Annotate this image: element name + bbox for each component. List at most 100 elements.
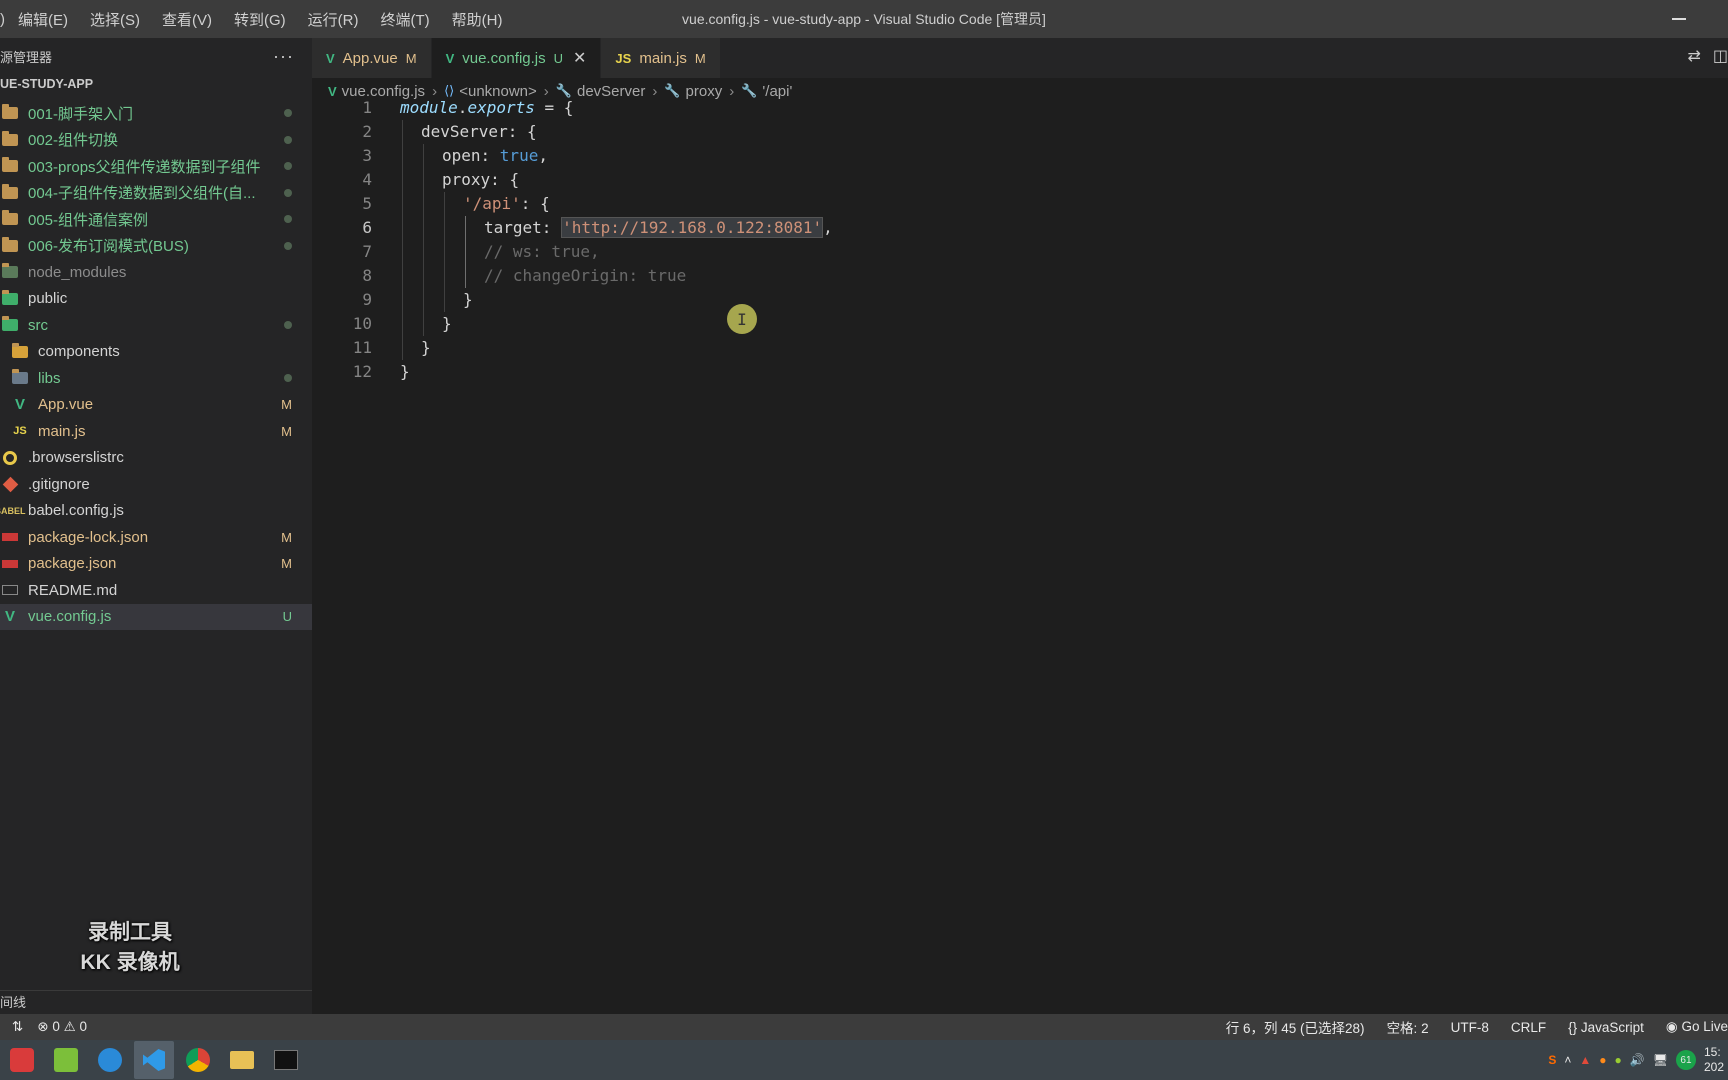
folder-icon <box>0 210 20 227</box>
end-of-line[interactable]: CRLF <box>1511 1020 1546 1035</box>
clock[interactable]: 15: 202 <box>1704 1045 1724 1075</box>
js-file-icon: JS <box>13 425 27 438</box>
code-line-4: proxy: { <box>442 170 520 189</box>
tree-item-public[interactable]: public <box>0 286 312 313</box>
git-dot <box>284 188 292 197</box>
recorder-watermark: 录制工具 KK 录像机 <box>60 918 200 978</box>
error-icon: ⊗ <box>37 1019 49 1034</box>
tree-item-vue-config[interactable]: V vue.config.js U <box>0 603 312 630</box>
tree-item-babel-config[interactable]: BABEL babel.config.js <box>0 498 312 525</box>
minimize-button[interactable] <box>1670 10 1688 28</box>
project-root[interactable]: UE-STUDY-APP <box>0 75 312 93</box>
line-number: 5 <box>362 194 372 213</box>
explorer-title: 源管理器 <box>0 49 53 65</box>
volume-icon[interactable]: 🔊 <box>1630 1053 1645 1067</box>
markdown-icon <box>0 582 20 598</box>
tree-item-package-lock[interactable]: package-lock.json M <box>0 524 312 551</box>
problems-indicator[interactable]: ⊗ 0 ⚠ 0 <box>37 1019 87 1035</box>
tray-green-icon[interactable]: ● <box>1615 1053 1622 1067</box>
open-changes-icon[interactable]: ⇄ <box>1687 46 1700 66</box>
tree-item-node-modules[interactable]: node_modules <box>0 259 312 286</box>
components-folder-icon <box>10 342 30 360</box>
tree-item-gitignore[interactable]: .gitignore <box>0 471 312 498</box>
menu-edit[interactable]: 编辑(E) <box>7 9 79 30</box>
tree-item-src[interactable]: src <box>0 312 312 339</box>
timeline-panel-header[interactable]: 间线 <box>0 990 312 1014</box>
notification-badge[interactable]: 61 <box>1675 1050 1696 1070</box>
vue-file-icon: V <box>326 50 335 66</box>
remote-icon[interactable]: ⇅ <box>12 1019 23 1035</box>
file-explorer-icon[interactable] <box>222 1041 262 1079</box>
chevron-right-icon: › <box>543 82 549 100</box>
tab-vue-config[interactable]: V vue.config.js U ✕ <box>431 38 602 78</box>
menu-select[interactable]: 选择(S) <box>79 9 151 30</box>
tree-item-main-js[interactable]: JS main.js M <box>0 418 312 445</box>
explorer-sidebar: 源管理器 ··· UE-STUDY-APP 001-脚手架入门 002-组件切换… <box>0 38 312 1014</box>
indentation[interactable]: 空格: 2 <box>1387 1017 1429 1037</box>
folder-icon <box>0 236 20 254</box>
tree-item-readme[interactable]: README.md <box>0 577 312 604</box>
cursor-position[interactable]: 行 6，列 45 (已选择28) <box>1226 1017 1365 1037</box>
language-mode[interactable]: {} JavaScript <box>1568 1020 1644 1035</box>
npm-icon <box>0 529 20 545</box>
tree-item-package-json[interactable]: package.json M <box>0 551 312 578</box>
breadcrumb-file[interactable]: vue.config.js <box>342 83 425 100</box>
git-dot <box>284 241 292 250</box>
breadcrumb-api[interactable]: '/api' <box>762 83 792 100</box>
tree-item-app-vue[interactable]: V App.vue M <box>0 392 312 419</box>
line-number-current: 6 <box>362 218 372 237</box>
go-live-button[interactable]: ◉ Go Live <box>1666 1019 1728 1035</box>
menu-goto[interactable]: 转到(G) <box>223 9 297 30</box>
tree-item-browserslistrc[interactable]: .browserslistrc <box>0 445 312 472</box>
network-icon[interactable]: 🖥 <box>1653 1053 1668 1067</box>
tree-item-folder-005[interactable]: 005-组件通信案例 <box>0 206 312 233</box>
babel-icon: BABEL <box>0 505 26 516</box>
code-editor[interactable]: 1 2 3 4 5 6 7 8 9 10 11 12 module.export… <box>312 98 1728 990</box>
menu-run[interactable]: 运行(R) <box>297 9 370 30</box>
more-actions-icon[interactable]: ··· <box>273 46 294 67</box>
tree-item-folder-006[interactable]: 006-发布订阅模式(BUS) <box>0 233 312 260</box>
vscode-icon[interactable] <box>134 1041 174 1079</box>
sogou-icon[interactable]: S <box>1548 1053 1556 1067</box>
mouse-cursor-highlight: I <box>727 304 757 334</box>
tab-app-vue[interactable]: V App.vue M <box>312 38 432 78</box>
close-icon[interactable]: ✕ <box>573 48 586 68</box>
menu-help[interactable]: 帮助(H) <box>441 9 514 30</box>
tab-main-js[interactable]: JS main.js M <box>601 38 721 78</box>
chrome-icon[interactable] <box>178 1041 218 1079</box>
chevron-right-icon: › <box>652 82 658 100</box>
app-icon-green[interactable] <box>46 1041 86 1079</box>
terminal-icon[interactable] <box>266 1041 306 1079</box>
public-folder-icon <box>0 289 20 307</box>
tree-item-folder-003[interactable]: 003-props父组件传递数据到子组件 <box>0 153 312 180</box>
vue-config-icon: V <box>4 608 15 626</box>
watermark-line-1: 录制工具 <box>88 921 172 944</box>
tray-orange-icon[interactable]: ● <box>1599 1053 1606 1067</box>
menu-view[interactable]: 查看(V) <box>151 9 223 30</box>
app-icon-red[interactable] <box>2 1041 42 1079</box>
tree-item-folder-002[interactable]: 002-组件切换 <box>0 127 312 154</box>
tray-chevron-icon[interactable]: ˄ <box>1564 1053 1571 1067</box>
browserslist-icon <box>0 450 20 466</box>
code-line-5: '/api': { <box>463 194 550 213</box>
tray-app-icon[interactable]: ▲ <box>1579 1053 1591 1067</box>
split-editor-icon[interactable]: ◫ <box>1713 46 1728 66</box>
breadcrumb-devserver[interactable]: devServer <box>577 83 645 100</box>
status-bar: ⇅ ⊗ 0 ⚠ 0 行 6，列 45 (已选择28) 空格: 2 UTF-8 C… <box>0 1014 1728 1040</box>
tree-item-folder-004[interactable]: 004-子组件传递数据到父组件(自... <box>0 180 312 207</box>
editor-tabs: V App.vue M V vue.config.js U ✕ JS main.… <box>312 38 1728 78</box>
broadcast-icon: ◉ <box>1665 1019 1678 1034</box>
folder-icon <box>0 157 20 174</box>
menu-paren: ) <box>0 10 5 28</box>
tree-item-libs[interactable]: libs <box>0 365 312 392</box>
tree-item-folder-001[interactable]: 001-脚手架入门 <box>0 100 312 127</box>
line-number: 3 <box>362 146 372 165</box>
encoding[interactable]: UTF-8 <box>1451 1020 1489 1035</box>
menu-terminal[interactable]: 终端(T) <box>370 9 441 30</box>
breadcrumb-proxy[interactable]: proxy <box>686 83 723 100</box>
edge-icon[interactable] <box>90 1041 130 1079</box>
code-line-6: target: 'http://192.168.0.122:8081', <box>484 217 833 238</box>
tree-item-components[interactable]: components <box>0 339 312 366</box>
breadcrumb-unknown[interactable]: <unknown> <box>459 83 537 100</box>
code-line-10: } <box>442 314 452 333</box>
